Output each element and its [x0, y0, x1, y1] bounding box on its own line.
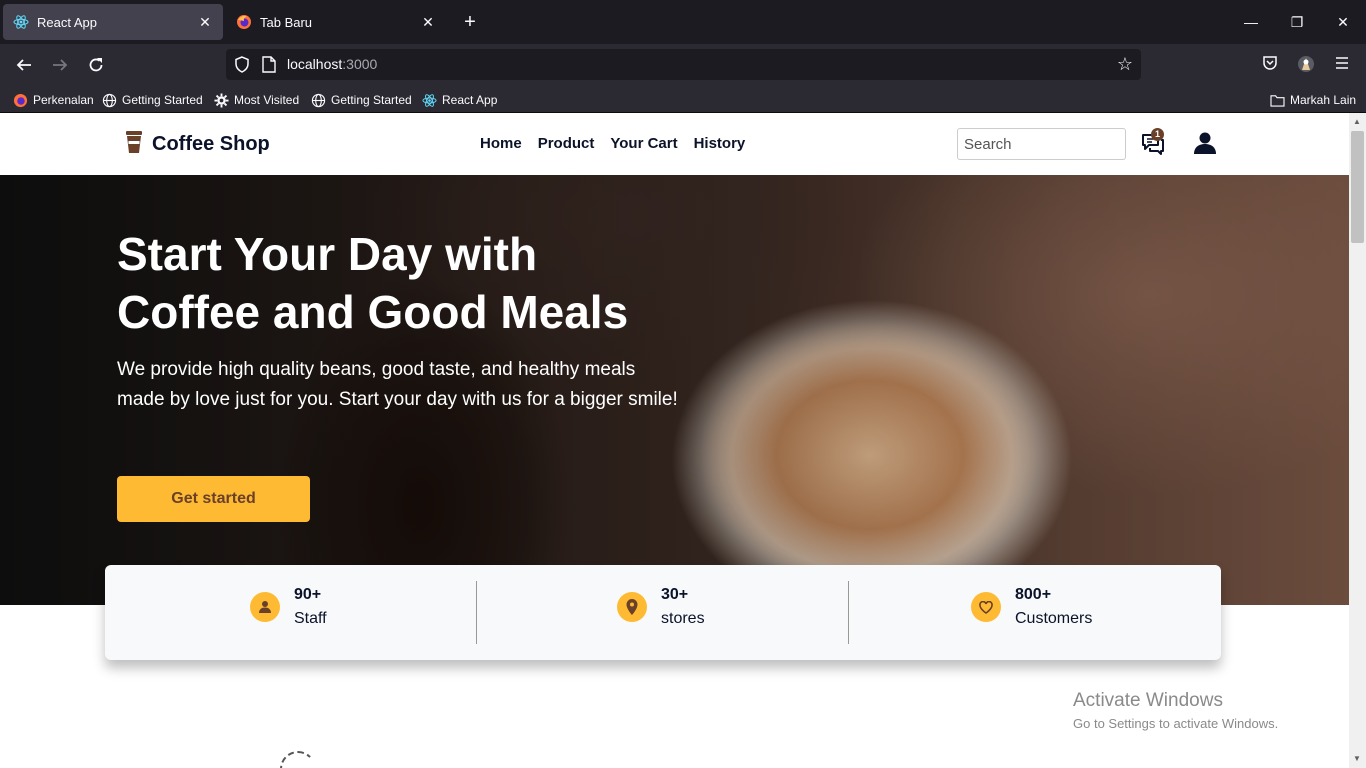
tab-react-app[interactable]: React App ✕ — [3, 4, 223, 40]
scroll-down-arrow-icon[interactable]: ▼ — [1353, 754, 1361, 763]
bookmark-label: Perkenalan — [33, 93, 94, 107]
hero-section: Start Your Day with Coffee and Good Meal… — [0, 175, 1349, 605]
react-icon — [13, 14, 29, 30]
nav-history[interactable]: History — [694, 135, 746, 152]
firefox-icon — [12, 92, 28, 108]
stat-staff: 90+ Staff — [250, 583, 327, 631]
stat-customers: 800+ Customers — [971, 583, 1092, 631]
search-input[interactable] — [957, 128, 1126, 160]
forward-arrow-icon[interactable] — [46, 52, 74, 78]
other-bookmarks-folder[interactable]: Markah Lain — [1269, 90, 1356, 110]
nav-your-cart[interactable]: Your Cart — [610, 135, 677, 152]
main-nav: Home Product Your Cart History — [480, 135, 745, 152]
activate-windows-watermark: Activate Windows Go to Settings to activ… — [1073, 689, 1278, 735]
stat-value: 30+ — [661, 586, 689, 603]
reload-icon[interactable] — [82, 52, 110, 78]
person-icon — [250, 592, 280, 622]
stat-label: Staff — [294, 610, 327, 627]
page-viewport: Coffee Shop Home Product Your Cart Histo… — [0, 113, 1349, 768]
bookmark-getting-started[interactable]: Getting Started — [101, 90, 203, 110]
pocket-icon[interactable] — [1259, 55, 1281, 75]
bookmarks-toolbar: Perkenalan Getting Started Most Visited … — [0, 86, 1366, 113]
shield-icon[interactable] — [234, 56, 250, 78]
divider — [848, 581, 849, 644]
restore-window-icon[interactable]: ❐ — [1282, 8, 1312, 36]
stat-stores: 30+ stores — [617, 583, 705, 631]
brand-logo[interactable]: Coffee Shop — [124, 130, 270, 159]
close-window-icon[interactable]: ✕ — [1328, 8, 1358, 36]
react-icon — [421, 92, 437, 108]
close-tab-icon[interactable]: ✕ — [197, 14, 213, 30]
nav-home[interactable]: Home — [480, 135, 522, 152]
illustration-partial — [280, 751, 316, 768]
site-header: Coffee Shop Home Product Your Cart Histo… — [0, 113, 1349, 175]
tab-title: Tab Baru — [260, 14, 313, 30]
watermark-title: Activate Windows — [1073, 690, 1223, 711]
bookmark-getting-started-2[interactable]: Getting Started — [310, 90, 412, 110]
tab-title: React App — [37, 14, 97, 30]
url-text: localhost:3000 — [287, 56, 378, 72]
user-profile-icon[interactable] — [1193, 131, 1217, 160]
back-arrow-icon[interactable] — [10, 52, 38, 78]
bookmark-label: Getting Started — [331, 93, 412, 107]
gear-icon — [213, 92, 229, 108]
url-bar[interactable]: localhost:3000 ☆ — [226, 49, 1141, 80]
minimize-window-icon[interactable]: — — [1236, 8, 1266, 36]
globe-icon — [310, 92, 326, 108]
bookmark-react-app[interactable]: React App — [421, 90, 497, 110]
stat-value: 800+ — [1015, 586, 1052, 603]
bookmark-star-icon[interactable]: ☆ — [1117, 54, 1133, 75]
bookmark-label: Getting Started — [122, 93, 203, 107]
close-tab-icon[interactable]: ✕ — [420, 14, 436, 30]
new-tab-button[interactable]: + — [458, 10, 482, 34]
hero-title-line-1: Start Your Day with — [117, 228, 538, 280]
stat-label: stores — [661, 610, 705, 627]
heart-icon — [971, 592, 1001, 622]
bookmark-label: Most Visited — [234, 93, 300, 107]
stats-card: 90+ Staff 30+ stores 800+ Customers — [105, 565, 1221, 660]
firefox-icon — [236, 14, 252, 30]
brand-name: Coffee Shop — [152, 133, 270, 155]
scroll-up-arrow-icon[interactable]: ▲ — [1353, 117, 1361, 126]
browser-tab-bar: React App ✕ Tab Baru ✕ + — ❐ ✕ — [0, 0, 1366, 44]
nav-product[interactable]: Product — [538, 135, 595, 152]
stat-value: 90+ — [294, 586, 322, 603]
coffee-cup-icon — [124, 130, 144, 159]
hero-description: We provide high quality beans, good tast… — [117, 359, 678, 410]
location-pin-icon — [617, 592, 647, 622]
folder-icon — [1269, 92, 1285, 108]
hero-title-line-2: Coffee and Good Meals — [117, 286, 629, 338]
get-started-button[interactable]: Get started — [117, 476, 310, 522]
tab-tab-baru[interactable]: Tab Baru ✕ — [226, 4, 446, 40]
divider — [476, 581, 477, 644]
scrollbar-thumb[interactable] — [1351, 131, 1364, 243]
notification-badge: 1 — [1151, 128, 1164, 141]
stat-label: Customers — [1015, 610, 1093, 627]
bookmark-label: React App — [442, 93, 498, 107]
menu-hamburger-icon[interactable] — [1331, 55, 1353, 75]
page-scrollbar[interactable]: ▲ ▼ — [1349, 113, 1366, 768]
browser-toolbar: localhost:3000 ☆ — [0, 44, 1366, 86]
hero-title: Start Your Day with Coffee and Good Meal… — [117, 225, 737, 341]
bookmark-most-visited[interactable]: Most Visited — [213, 90, 299, 110]
page-icon[interactable] — [262, 56, 276, 78]
globe-icon — [101, 92, 117, 108]
bookmark-label: Markah Lain — [1290, 93, 1357, 107]
bookmark-perkenalan[interactable]: Perkenalan — [12, 90, 94, 110]
account-avatar-icon[interactable] — [1295, 55, 1317, 75]
watermark-subtitle: Go to Settings to activate Windows. — [1073, 716, 1279, 731]
